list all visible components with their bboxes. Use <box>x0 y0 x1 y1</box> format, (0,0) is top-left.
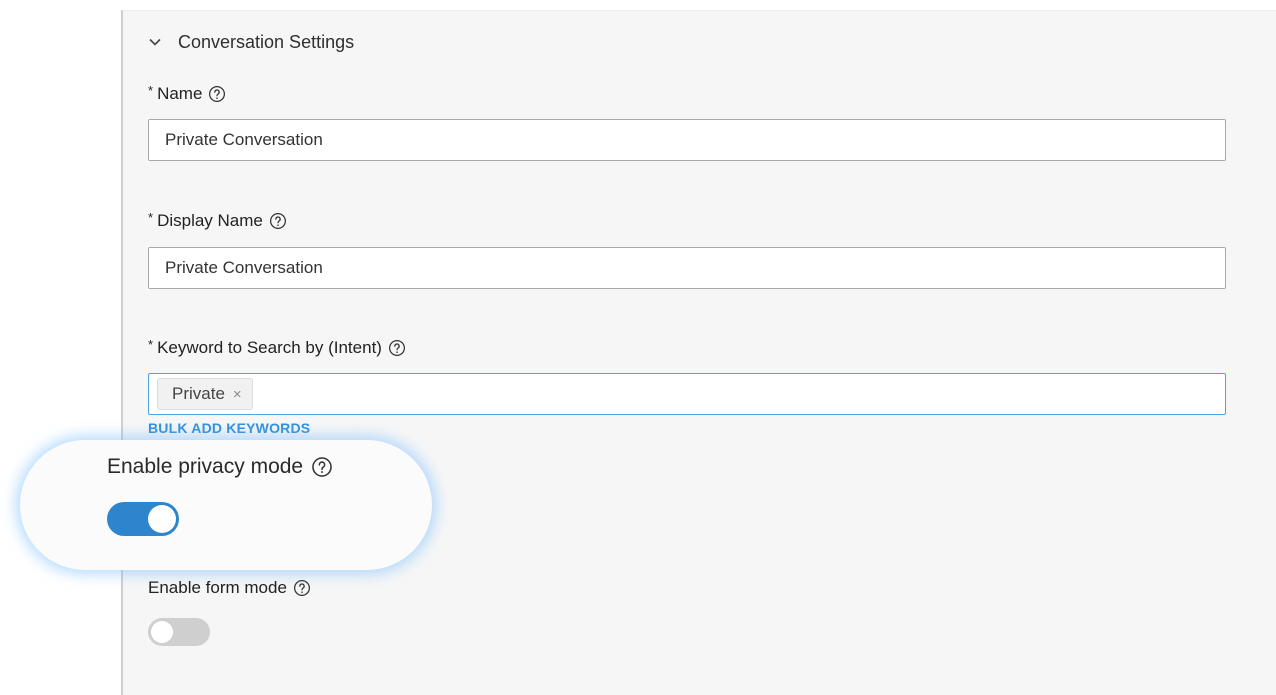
privacy-mode-toggle[interactable] <box>107 502 179 536</box>
remove-tag-icon[interactable]: × <box>233 386 242 403</box>
toggle-knob <box>148 505 176 533</box>
form-mode-label-text: Enable form mode <box>148 578 287 597</box>
keyword-input[interactable]: Private × <box>148 373 1226 415</box>
help-icon[interactable] <box>269 212 287 230</box>
name-input[interactable]: Private Conversation <box>148 119 1226 161</box>
section-header-conversation-settings[interactable]: Conversation Settings <box>148 30 354 54</box>
privacy-mode-label: Enable privacy mode <box>107 455 333 479</box>
section-title: Conversation Settings <box>178 31 355 52</box>
help-icon[interactable] <box>293 579 311 597</box>
privacy-mode-label-text: Enable privacy mode <box>107 455 304 478</box>
name-label: * Name <box>148 82 226 104</box>
keyword-label: * Keyword to Search by (Intent) <box>148 336 406 358</box>
keyword-tag: Private × <box>157 378 253 410</box>
required-marker: * <box>148 336 154 352</box>
required-marker: * <box>148 82 154 98</box>
keyword-label-text: Keyword to Search by (Intent) <box>157 338 382 357</box>
bulk-add-keywords-link[interactable]: BULK ADD KEYWORDS <box>148 420 310 436</box>
display-name-label-text: Display Name <box>157 211 263 230</box>
name-label-text: Name <box>157 84 203 103</box>
chevron-down-icon <box>149 38 161 46</box>
help-icon[interactable] <box>208 85 226 103</box>
toggle-knob <box>151 621 173 643</box>
help-icon[interactable] <box>388 339 406 357</box>
display-name-input-value: Private Conversation <box>165 258 323 277</box>
form-mode-label: Enable form mode <box>148 578 311 598</box>
form-mode-toggle[interactable] <box>148 618 210 646</box>
display-name-input[interactable]: Private Conversation <box>148 247 1226 289</box>
keyword-tag-label: Private <box>172 384 225 403</box>
display-name-label: * Display Name <box>148 209 287 231</box>
required-marker: * <box>148 209 154 225</box>
name-input-value: Private Conversation <box>165 130 323 149</box>
help-icon[interactable] <box>311 456 333 478</box>
